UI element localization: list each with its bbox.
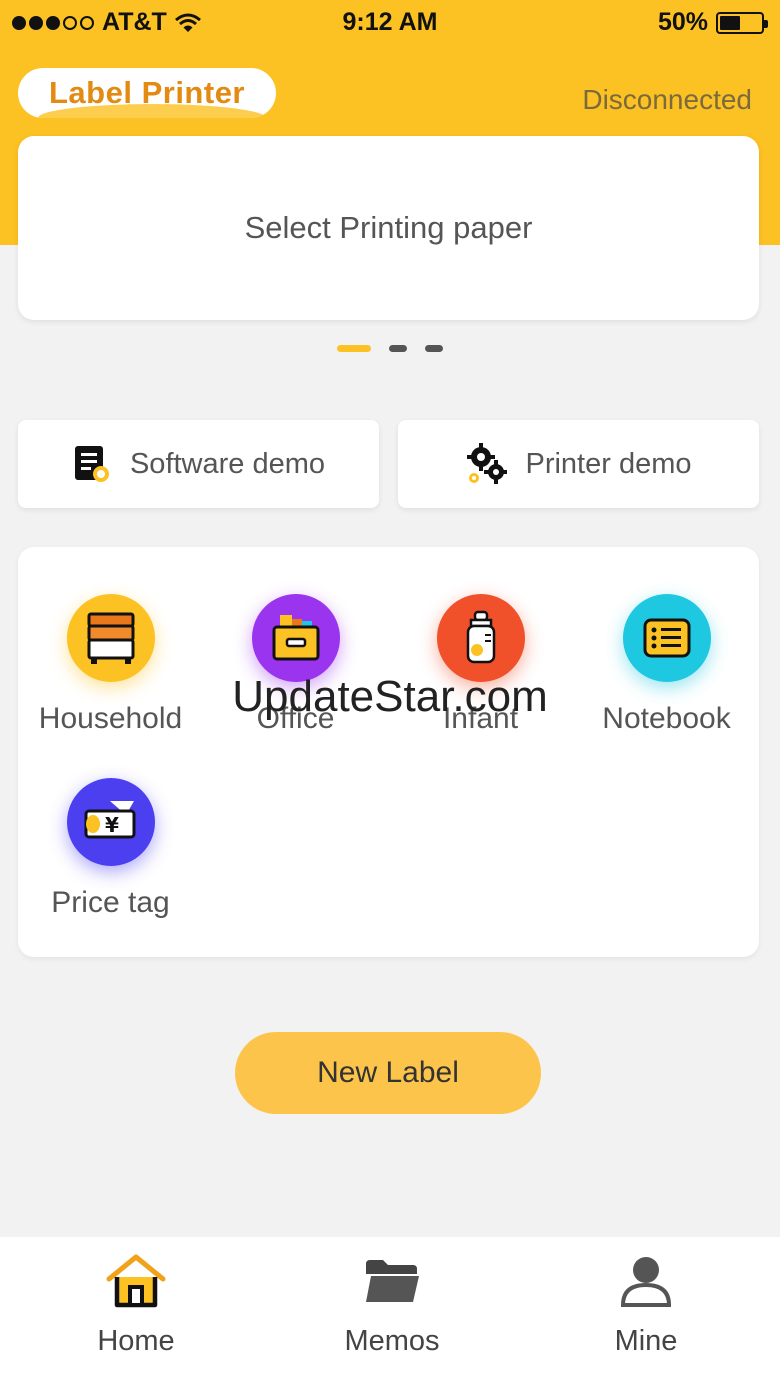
- status-bar: AT&T 9:12 AM 50%: [0, 0, 780, 46]
- watermark: UpdateStar.com: [232, 672, 548, 721]
- printer-demo-button[interactable]: Printer demo: [398, 420, 759, 508]
- tab-memos[interactable]: Memos: [292, 1251, 492, 1358]
- banner-pager: [0, 345, 780, 352]
- banner-text: Select Printing paper: [244, 210, 533, 245]
- select-paper-banner[interactable]: Select Printing paper: [18, 136, 759, 320]
- price-tag-icon: ¥: [84, 801, 135, 839]
- baby-bottle-icon: [466, 610, 495, 664]
- pager-dot: [425, 345, 443, 352]
- connection-status[interactable]: Disconnected: [582, 84, 752, 116]
- category-circle: [436, 594, 525, 682]
- svg-text:¥: ¥: [105, 813, 119, 837]
- category-grid: Household Office Infant Notebook ¥ Price…: [18, 547, 759, 957]
- pager-dot: [337, 345, 371, 352]
- tab-mine[interactable]: Mine: [546, 1251, 746, 1358]
- battery-icon: [716, 11, 768, 34]
- tab-home[interactable]: Home: [36, 1251, 236, 1358]
- new-label-button[interactable]: New Label: [235, 1032, 541, 1114]
- notebook-icon: [643, 618, 690, 658]
- category-label: Price tag: [51, 886, 170, 919]
- pager-dot: [389, 345, 407, 352]
- tab-label: Memos: [344, 1325, 440, 1357]
- tab-label: Home: [97, 1325, 175, 1357]
- folder-icon: [366, 1260, 419, 1302]
- gears-icon: [467, 443, 508, 484]
- software-demo-button[interactable]: Software demo: [18, 420, 379, 508]
- drawer-cabinet-icon: [87, 612, 134, 664]
- category-price-tag[interactable]: ¥ Price tag: [18, 778, 203, 920]
- document-icon: [74, 446, 109, 482]
- category-circle: [251, 594, 340, 682]
- folder-box-icon: [272, 615, 319, 661]
- user-icon: [620, 1257, 672, 1307]
- home-icon: [106, 1254, 166, 1308]
- software-demo-label: Software demo: [129, 447, 326, 480]
- app-title: Label Printer: [49, 75, 245, 110]
- category-circle: [66, 594, 155, 682]
- status-right: 50%: [657, 8, 768, 37]
- app-logo: Label Printer: [18, 68, 276, 118]
- tab-label: Mine: [614, 1325, 678, 1357]
- category-circle: [622, 594, 711, 682]
- printer-demo-label: Printer demo: [525, 447, 692, 480]
- battery-percent: 50%: [657, 8, 708, 36]
- category-circle: ¥: [66, 778, 155, 866]
- tab-bar: Home Memos Mine: [0, 1237, 780, 1387]
